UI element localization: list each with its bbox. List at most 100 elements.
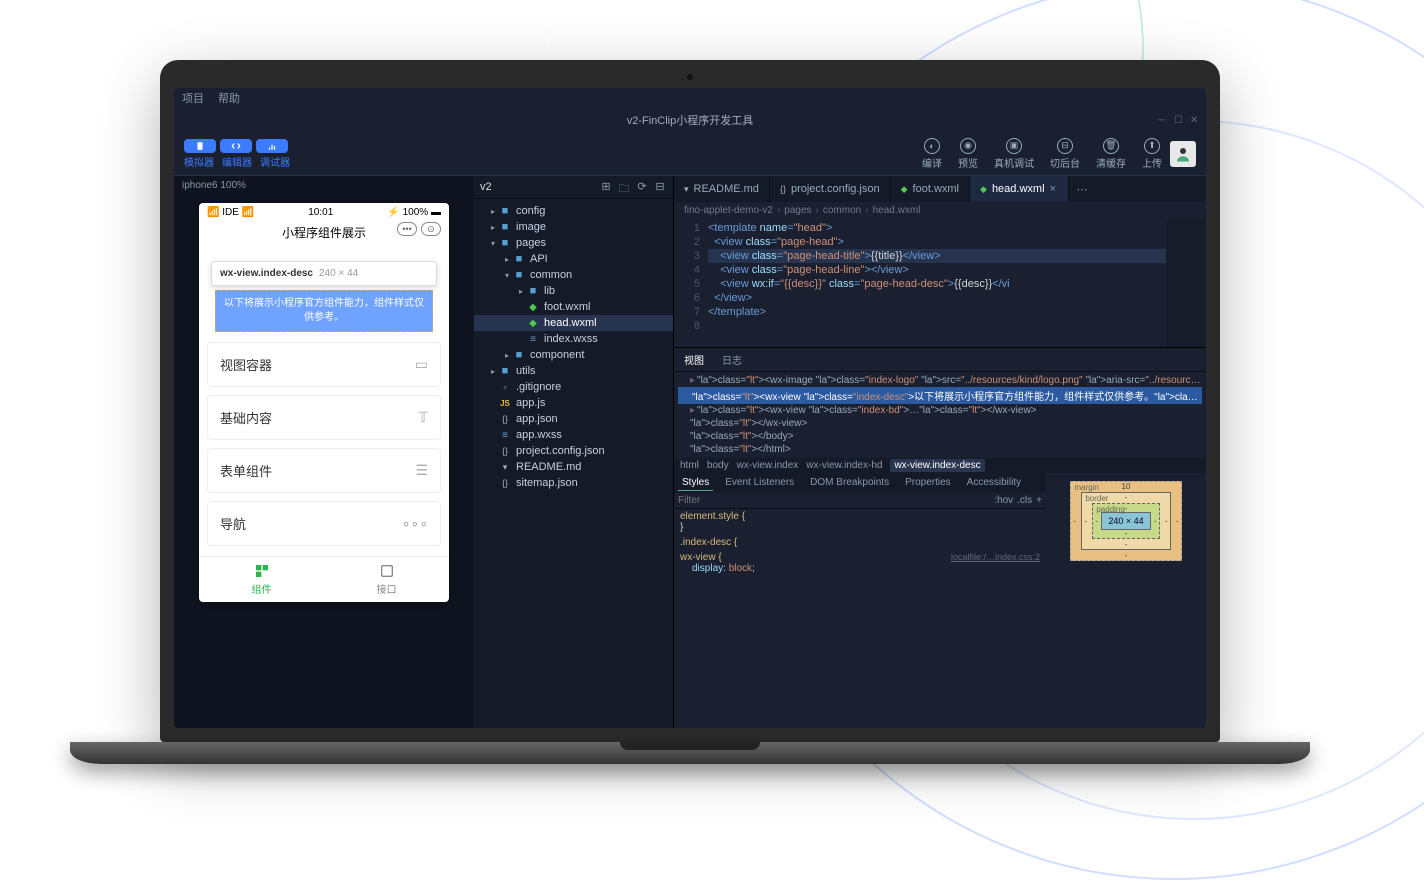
simulator-phone: 📶 IDE 📶 10:01 ⚡ 100% ▬ 小程序组件展示 ••• ⊙ wx-… xyxy=(199,203,449,602)
highlighted-element[interactable]: 以下将展示小程序官方组件能力，组件样式仅供参考。 xyxy=(215,290,433,332)
editor-tab[interactable]: {}project.config.json xyxy=(770,176,891,202)
folder-node[interactable]: ▸■config xyxy=(474,203,673,219)
file-node[interactable]: {}sitemap.json xyxy=(474,475,673,491)
status-carrier: 📶 IDE 📶 xyxy=(207,207,254,218)
file-explorer: v2 ⊞ 🗀 ⟳ ⊟ ▸■config▸■image▾■pages▸■API▾■… xyxy=(474,176,674,728)
clear-cache-button[interactable]: 🗑清缓存 xyxy=(1096,138,1126,170)
dom-crumb[interactable]: wx-view.index xyxy=(737,460,799,471)
capsule-close-button[interactable]: ⊙ xyxy=(421,222,441,236)
new-folder-icon[interactable]: 🗀 xyxy=(617,180,631,194)
dom-crumb[interactable]: wx-view.index-hd xyxy=(806,460,882,471)
collapse-icon[interactable]: ⊟ xyxy=(653,180,667,194)
capsule-menu-button[interactable]: ••• xyxy=(397,222,417,236)
box-content-size: 240 × 44 xyxy=(1101,512,1150,530)
folder-node[interactable]: ▸■utils xyxy=(474,363,673,379)
compile-button[interactable]: ◐编译 xyxy=(922,138,942,170)
devtools-subtab[interactable]: Styles xyxy=(678,475,713,491)
menu-help[interactable]: 帮助 xyxy=(218,90,240,106)
file-node[interactable]: {}app.json xyxy=(474,411,673,427)
editor-tab[interactable]: ◆foot.wxml xyxy=(891,176,970,202)
form-icon: ☰ xyxy=(415,462,428,479)
styles-pane[interactable]: element.style {}.index-desc {</span></di… xyxy=(674,509,1046,728)
nav-icon: ∘∘∘ xyxy=(402,515,428,532)
list-item[interactable]: 基础内容𝕋 xyxy=(207,395,441,440)
dom-node[interactable]: ▸"la">class="lt"><wx-image "la">class="i… xyxy=(678,374,1202,387)
folder-node[interactable]: ▾■common xyxy=(474,267,673,283)
box-model: margin 10 - - - border - - - - padding -… xyxy=(1046,473,1206,728)
devtools-subtab[interactable]: DOM Breakpoints xyxy=(806,475,893,491)
new-rule-button[interactable]: + xyxy=(1036,495,1042,506)
inspector-tooltip: wx-view.index-desc 240 × 44 xyxy=(211,261,437,286)
tabbar-component[interactable]: 组件 xyxy=(199,557,324,602)
mode-simulator-button[interactable] xyxy=(184,139,216,153)
text-icon: 𝕋 xyxy=(418,409,428,426)
file-node[interactable]: ◆foot.wxml xyxy=(474,299,673,315)
folder-node[interactable]: ▸■image xyxy=(474,219,673,235)
devtools-subtab[interactable]: Event Listeners xyxy=(721,475,798,491)
close-tab-icon[interactable]: × xyxy=(1050,183,1058,195)
dom-crumb[interactable]: body xyxy=(707,460,729,471)
styles-filter-input[interactable] xyxy=(678,495,994,506)
cls-toggle[interactable]: .cls xyxy=(1017,495,1032,506)
status-battery: ⚡ 100% ▬ xyxy=(387,207,441,218)
preview-button[interactable]: ◉预览 xyxy=(958,138,978,170)
mode-debugger-label: 调试器 xyxy=(260,154,290,169)
mode-editor-button[interactable] xyxy=(220,139,252,153)
laptop-frame: 项目 帮助 v2-FinClip小程序开发工具 ─ ☐ ✕ 模拟器 编辑器 调试… xyxy=(160,60,1220,764)
file-node[interactable]: ≡app.wxss xyxy=(474,427,673,443)
folder-node[interactable]: ▸■lib xyxy=(474,283,673,299)
maximize-button[interactable]: ☐ xyxy=(1174,115,1184,125)
devtools-panel: 视图 日志 ▸"la">class="lt"><wx-image "la">cl… xyxy=(674,347,1206,728)
code-editor[interactable]: 12345678 <template name="head"> <view cl… xyxy=(674,219,1206,347)
dom-tree[interactable]: ▸"la">class="lt"><wx-image "la">class="i… xyxy=(674,372,1206,458)
hov-toggle[interactable]: :hov xyxy=(994,495,1013,506)
dom-crumb[interactable]: html xyxy=(680,460,699,471)
tabs-overflow-button[interactable]: ⋯ xyxy=(1069,176,1096,202)
app-title: 小程序组件展示 xyxy=(282,226,366,240)
file-node[interactable]: ▫.gitignore xyxy=(474,379,673,395)
upload-button[interactable]: ⬆上传 xyxy=(1142,138,1162,170)
devtools-subtab[interactable]: Properties xyxy=(901,475,955,491)
devtools-tab-elements[interactable]: 视图 xyxy=(680,350,708,369)
list-item[interactable]: 表单组件☰ xyxy=(207,448,441,493)
devtools-tab-log[interactable]: 日志 xyxy=(718,350,746,369)
mode-simulator-label: 模拟器 xyxy=(184,154,214,169)
minimize-button[interactable]: ─ xyxy=(1158,115,1168,125)
dom-node[interactable]: ▸"la">class="lt"><wx-view "la">class="in… xyxy=(678,404,1202,417)
file-node[interactable]: ◆head.wxml xyxy=(474,315,673,331)
minimap[interactable] xyxy=(1166,219,1206,347)
background-button[interactable]: ⊟切后台 xyxy=(1050,138,1080,170)
dom-node[interactable]: "la">class="lt"></body> xyxy=(678,430,1202,443)
dom-crumb[interactable]: wx-view.index-desc xyxy=(890,459,984,472)
file-node[interactable]: ≡index.wxss xyxy=(474,331,673,347)
user-avatar[interactable] xyxy=(1170,141,1196,167)
dom-node[interactable]: "la">class="lt"><wx-view "la">class="ind… xyxy=(678,387,1202,404)
file-node[interactable]: {}project.config.json xyxy=(474,443,673,459)
tabbar-api[interactable]: 接口 xyxy=(324,557,449,602)
toolbar: 模拟器 编辑器 调试器 ◐编译 ◉预览 ▣真机调试 ⊟切后台 🗑清缓存 ⬆上传 xyxy=(174,132,1206,176)
tooltip-selector: wx-view.index-desc xyxy=(220,268,313,279)
file-node[interactable]: ▾README.md xyxy=(474,459,673,475)
explorer-root[interactable]: v2 xyxy=(480,181,492,193)
folder-node[interactable]: ▾■pages xyxy=(474,235,673,251)
menu-project[interactable]: 项目 xyxy=(182,90,204,106)
refresh-icon[interactable]: ⟳ xyxy=(635,180,649,194)
remote-debug-button[interactable]: ▣真机调试 xyxy=(994,138,1034,170)
dom-node[interactable]: "la">class="lt"></wx-view> xyxy=(678,417,1202,430)
breadcrumb[interactable]: fino-applet-demo-v2›pages›common›head.wx… xyxy=(674,202,1206,219)
list-item[interactable]: 导航∘∘∘ xyxy=(207,501,441,546)
editor-tab[interactable]: ◆head.wxml× xyxy=(970,176,1069,202)
dom-breadcrumb[interactable]: html body wx-view.index wx-view.index-hd wx-… xyxy=(674,458,1206,473)
mode-debugger-button[interactable] xyxy=(256,139,288,153)
list-item[interactable]: 视图容器▭ xyxy=(207,342,441,387)
close-button[interactable]: ✕ xyxy=(1190,115,1200,125)
window-title: v2-FinClip小程序开发工具 xyxy=(627,112,754,128)
simulator-device-label[interactable]: iphone6 100% xyxy=(174,176,474,195)
folder-node[interactable]: ▸■component xyxy=(474,347,673,363)
new-file-icon[interactable]: ⊞ xyxy=(599,180,613,194)
devtools-subtab[interactable]: Accessibility xyxy=(963,475,1025,491)
editor-tab[interactable]: ▾README.md xyxy=(674,176,770,202)
file-node[interactable]: JSapp.js xyxy=(474,395,673,411)
folder-node[interactable]: ▸■API xyxy=(474,251,673,267)
dom-node[interactable]: "la">class="lt"></html> xyxy=(678,443,1202,456)
